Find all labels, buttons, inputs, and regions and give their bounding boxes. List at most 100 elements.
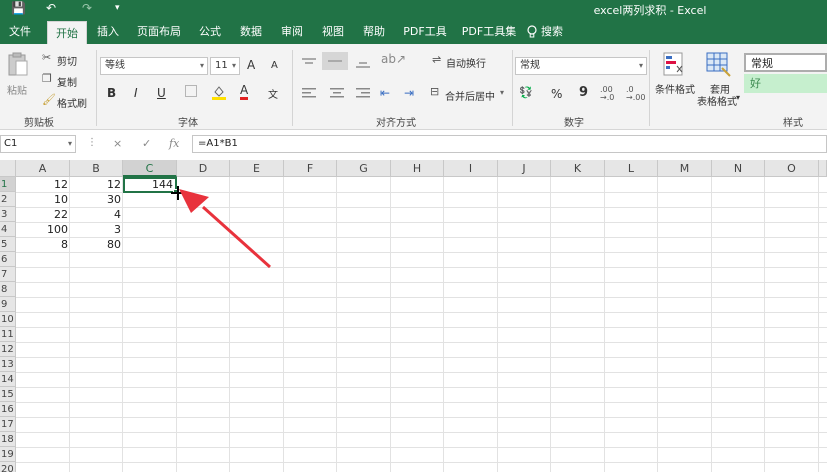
paste-button[interactable]: 粘贴 [7, 82, 27, 97]
row-header-20[interactable]: 20 [0, 462, 16, 472]
conditional-format-icon[interactable] [663, 52, 685, 81]
row-header-12[interactable]: 12 [0, 342, 16, 357]
format-as-table-button[interactable]: 表格格式 [697, 93, 737, 108]
save-icon[interactable]: 💾 [11, 1, 26, 15]
percent-button[interactable]: % [551, 87, 562, 101]
row-header-11[interactable]: 11 [0, 327, 16, 342]
align-right-icon[interactable] [356, 87, 370, 101]
cell-a4[interactable]: 100 [16, 222, 70, 237]
tab-pdf-tools[interactable]: PDF工具 [400, 19, 450, 44]
column-header-h[interactable]: H [391, 160, 444, 177]
orientation-icon[interactable]: ab↗ [381, 52, 406, 66]
row-header-18[interactable]: 18 [0, 432, 16, 447]
align-center-icon[interactable] [330, 87, 344, 101]
tab-insert[interactable]: 插入 [92, 19, 124, 44]
fill-color-icon[interactable] [212, 84, 226, 103]
row-header-8[interactable]: 8 [0, 282, 16, 297]
row-header-1[interactable]: 1 [0, 177, 16, 192]
align-bottom-icon[interactable] [356, 57, 370, 71]
insert-function-icon[interactable]: fx [169, 137, 179, 150]
italic-button[interactable]: I [134, 86, 138, 100]
cell-a1[interactable]: 12 [16, 177, 70, 192]
spreadsheet-grid[interactable]: A B C D E F G H I J K L M N O 1 2 3 4 5 … [0, 160, 827, 472]
row-header-10[interactable]: 10 [0, 312, 16, 327]
font-name-select[interactable]: 等线 ▾ [100, 57, 208, 75]
lightbulb-icon[interactable] [526, 19, 538, 44]
increase-decimal-icon[interactable]: .00 →.0 [600, 86, 614, 102]
row-header-3[interactable]: 3 [0, 207, 16, 222]
cell-b3[interactable]: 4 [70, 207, 123, 222]
shrink-font-button[interactable]: A [271, 60, 278, 71]
cell-a2[interactable]: 10 [16, 192, 70, 207]
column-header-e[interactable]: E [230, 160, 284, 177]
style-normal[interactable]: 常规 [744, 53, 827, 72]
border-icon[interactable] [185, 85, 197, 100]
style-good[interactable]: 好 [744, 74, 827, 93]
row-header-17[interactable]: 17 [0, 417, 16, 432]
customize-qa-icon[interactable]: ▾ [115, 3, 120, 13]
copy-icon[interactable]: ❐ [42, 72, 52, 85]
column-header-n[interactable]: N [712, 160, 765, 177]
format-painter-icon[interactable]: 🖌 [42, 93, 56, 106]
comma-style-button[interactable]: 9 [579, 85, 588, 100]
row-header-6[interactable]: 6 [0, 252, 16, 267]
cell-b1[interactable]: 12 [70, 177, 123, 192]
row-header-7[interactable]: 7 [0, 267, 16, 282]
cancel-icon[interactable]: × [113, 137, 122, 150]
name-box[interactable]: C1 ▾ [0, 135, 76, 153]
tab-page-layout[interactable]: 页面布局 [134, 19, 184, 44]
column-header-g[interactable]: G [337, 160, 391, 177]
merge-center-icon[interactable]: ⊟ [430, 85, 439, 98]
column-header-l[interactable]: L [605, 160, 658, 177]
column-header-p[interactable] [819, 160, 827, 177]
column-header-c[interactable]: C [123, 160, 177, 177]
row-header-19[interactable]: 19 [0, 447, 16, 462]
tab-view[interactable]: 视图 [317, 19, 349, 44]
conditional-format-button[interactable]: 条件格式 [655, 81, 695, 96]
column-header-o[interactable]: O [765, 160, 819, 177]
cell-a5[interactable]: 8 [16, 237, 70, 252]
cut-icon[interactable]: ✂ [42, 51, 51, 64]
row-header-4[interactable]: 4 [0, 222, 16, 237]
wrap-text-icon[interactable]: ⇌ [432, 53, 441, 66]
tab-formulas[interactable]: 公式 [194, 19, 226, 44]
column-header-j[interactable]: J [498, 160, 551, 177]
merge-center-button[interactable]: 合并后居中 [445, 88, 495, 103]
column-header-f[interactable]: F [284, 160, 337, 177]
cell-a3[interactable]: 22 [16, 207, 70, 222]
row-header-5[interactable]: 5 [0, 237, 16, 252]
formula-input[interactable]: =A1*B1 [192, 135, 827, 153]
tab-data[interactable]: 数据 [235, 19, 267, 44]
row-header-9[interactable]: 9 [0, 297, 16, 312]
column-header-m[interactable]: M [658, 160, 712, 177]
cell-b4[interactable]: 3 [70, 222, 123, 237]
redo-icon[interactable]: ↷ [82, 1, 92, 15]
wrap-text-button[interactable]: 自动换行 [446, 55, 486, 70]
undo-icon[interactable]: ↶ [46, 1, 56, 15]
font-color-button[interactable]: A [240, 84, 249, 100]
number-format-select[interactable]: 常规 ▾ [515, 57, 647, 75]
cut-button[interactable]: 剪切 [57, 53, 77, 68]
paste-icon[interactable] [7, 52, 29, 81]
tab-review[interactable]: 审阅 [276, 19, 308, 44]
font-size-select[interactable]: 11 ▾ [210, 57, 240, 75]
bold-button[interactable]: B [107, 86, 116, 100]
chevron-down-icon[interactable]: ▾ [736, 93, 740, 102]
tab-home[interactable]: 开始 [47, 21, 87, 44]
decrease-decimal-icon[interactable]: .0 →.00 [626, 86, 645, 102]
tab-file[interactable]: 文件 [4, 19, 36, 44]
underline-button[interactable]: U [157, 86, 166, 100]
row-header-14[interactable]: 14 [0, 372, 16, 387]
decrease-indent-icon[interactable]: ⇤ [380, 86, 390, 100]
column-header-b[interactable]: B [70, 160, 123, 177]
phonetic-button[interactable]: 文 [268, 86, 278, 101]
copy-button[interactable]: 复制 [57, 74, 77, 89]
format-as-table-icon[interactable] [706, 52, 732, 81]
tab-search[interactable]: 搜索 [540, 19, 564, 44]
row-header-13[interactable]: 13 [0, 357, 16, 372]
cell-b2[interactable]: 30 [70, 192, 123, 207]
column-header-a[interactable]: A [16, 160, 70, 177]
row-header-16[interactable]: 16 [0, 402, 16, 417]
tab-pdf-toolset[interactable]: PDF工具集 [460, 19, 518, 44]
align-top-icon[interactable] [302, 57, 316, 71]
